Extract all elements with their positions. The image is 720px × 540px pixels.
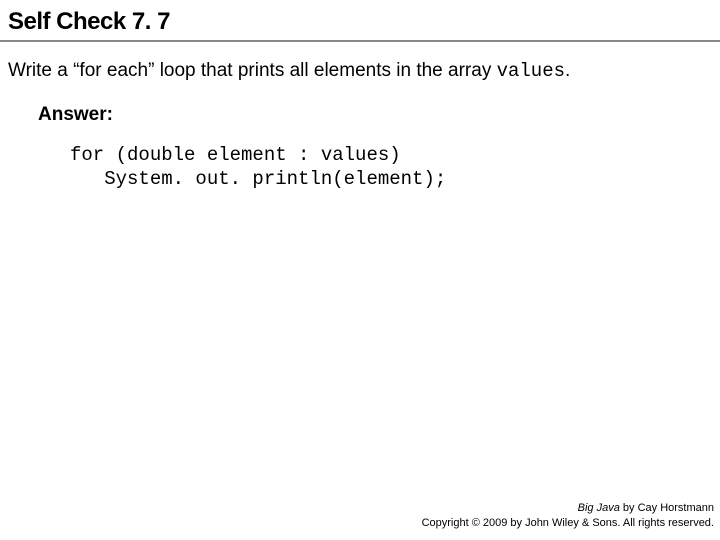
answer-code: for (double element : values) System. ou…: [0, 126, 720, 192]
footer-line-1: Big Java by Cay Horstmann: [422, 501, 714, 515]
footer: Big Java by Cay Horstmann Copyright © 20…: [422, 501, 714, 530]
code-line-1: for (double element : values): [70, 144, 401, 166]
question-prefix: Write a “for each” loop that prints all …: [8, 60, 497, 81]
question-text: Write a “for each” loop that prints all …: [0, 42, 720, 82]
footer-copyright: Copyright © 2009 by John Wiley & Sons. A…: [422, 516, 714, 530]
answer-label: Answer:: [0, 82, 720, 126]
footer-byline: by Cay Horstmann: [620, 502, 714, 514]
question-suffix: .: [565, 60, 570, 81]
code-line-2: System. out. println(element);: [70, 168, 446, 190]
footer-book-title: Big Java: [578, 502, 620, 514]
question-code: values: [497, 60, 565, 82]
slide-title: Self Check 7. 7: [0, 0, 720, 42]
slide: Self Check 7. 7 Write a “for each” loop …: [0, 0, 720, 540]
